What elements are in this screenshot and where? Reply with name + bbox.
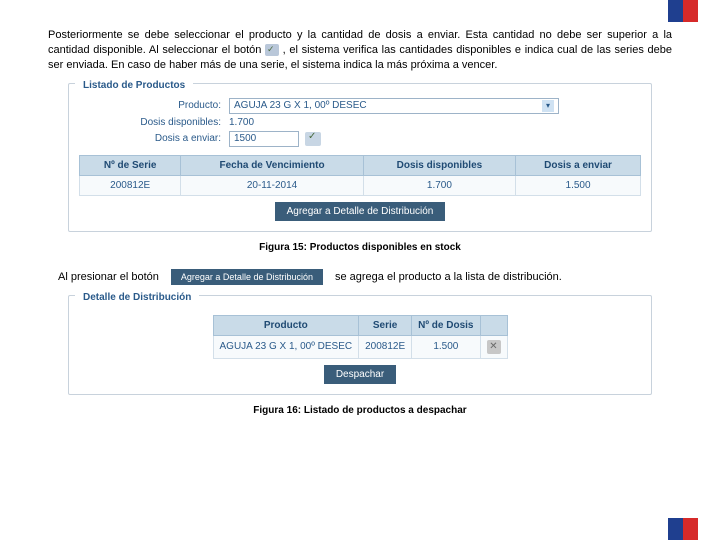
- grid-series: Nº de Serie Fecha de Vencimiento Dosis d…: [79, 155, 641, 196]
- figure-caption-16: Figura 16: Listado de productos a despac…: [48, 405, 672, 416]
- flag-stripe-bottom: [668, 518, 698, 540]
- td-enviar: 1.500: [516, 175, 641, 195]
- th-vencimiento: Fecha de Vencimiento: [181, 155, 363, 175]
- table-row: AGUJA 23 G X 1, 00º DESEC 200812E 1.500 …: [213, 335, 507, 358]
- td-serie: 200812E: [359, 335, 412, 358]
- row-enviar: Dosis a enviar: 1500: [79, 131, 641, 147]
- panel-title: Listado de Productos: [75, 76, 193, 93]
- table-header-row: Nº de Serie Fecha de Vencimiento Dosis d…: [80, 155, 641, 175]
- th-producto: Producto: [213, 315, 359, 335]
- row-disponibles: Dosis disponibles: 1.700: [79, 117, 641, 128]
- midline-left: Al presionar el botón: [58, 271, 159, 283]
- label-enviar: Dosis a enviar:: [79, 133, 229, 144]
- chevron-down-icon: ▾: [542, 100, 554, 112]
- select-producto-value: AGUJA 23 G X 1, 00º DESEC: [234, 100, 367, 111]
- label-disponibles: Dosis disponibles:: [79, 117, 229, 128]
- midline-right: se agrega el producto a la lista de dist…: [335, 271, 562, 283]
- th-disponibles: Dosis disponibles: [363, 155, 515, 175]
- th-serie: Nº de Serie: [80, 155, 181, 175]
- agregar-detalle-button-inline[interactable]: Agregar a Detalle de Distribución: [171, 269, 323, 285]
- figure-caption-15: Figura 15: Productos disponibles en stoc…: [48, 242, 672, 253]
- despachar-button[interactable]: Despachar: [324, 365, 396, 384]
- select-producto[interactable]: AGUJA 23 G X 1, 00º DESEC ▾: [229, 98, 559, 114]
- panel-title-2: Detalle de Distribución: [75, 288, 199, 305]
- td-disponibles: 1.700: [363, 175, 515, 195]
- row-producto: Producto: AGUJA 23 G X 1, 00º DESEC ▾: [79, 98, 641, 114]
- check-button-icon[interactable]: [305, 132, 321, 146]
- check-icon: [265, 44, 279, 56]
- td-action: ✕: [480, 335, 507, 358]
- td-vencimiento: 20-11-2014: [181, 175, 363, 195]
- td-serie: 200812E: [80, 175, 181, 195]
- table-header-row: Producto Serie Nº de Dosis: [213, 315, 507, 335]
- th-actions: [480, 315, 507, 335]
- intro-paragraph: Posteriormente se debe seleccionar el pr…: [48, 28, 672, 73]
- th-serie: Serie: [359, 315, 412, 335]
- grid-detalle: Producto Serie Nº de Dosis AGUJA 23 G X …: [213, 315, 508, 359]
- td-dosis: 1.500: [412, 335, 480, 358]
- td-producto: AGUJA 23 G X 1, 00º DESEC: [213, 335, 359, 358]
- midline-sentence: Al presionar el botón Agregar a Detalle …: [58, 269, 662, 285]
- agregar-detalle-button[interactable]: Agregar a Detalle de Distribución: [275, 202, 446, 221]
- panel-detalle-distribucion: Detalle de Distribución Producto Serie N…: [68, 295, 652, 395]
- flag-stripe-top: [668, 0, 698, 22]
- document-content: Posteriormente se debe seleccionar el pr…: [0, 0, 720, 442]
- delete-icon[interactable]: ✕: [487, 340, 501, 354]
- panel-listado-productos: Listado de Productos Producto: AGUJA 23 …: [68, 83, 652, 232]
- table-row: 200812E 20-11-2014 1.700 1.500: [80, 175, 641, 195]
- input-dosis-enviar[interactable]: 1500: [229, 131, 299, 147]
- th-enviar: Dosis a enviar: [516, 155, 641, 175]
- th-dosis: Nº de Dosis: [412, 315, 480, 335]
- label-producto: Producto:: [79, 100, 229, 111]
- value-disponibles: 1.700: [229, 117, 254, 128]
